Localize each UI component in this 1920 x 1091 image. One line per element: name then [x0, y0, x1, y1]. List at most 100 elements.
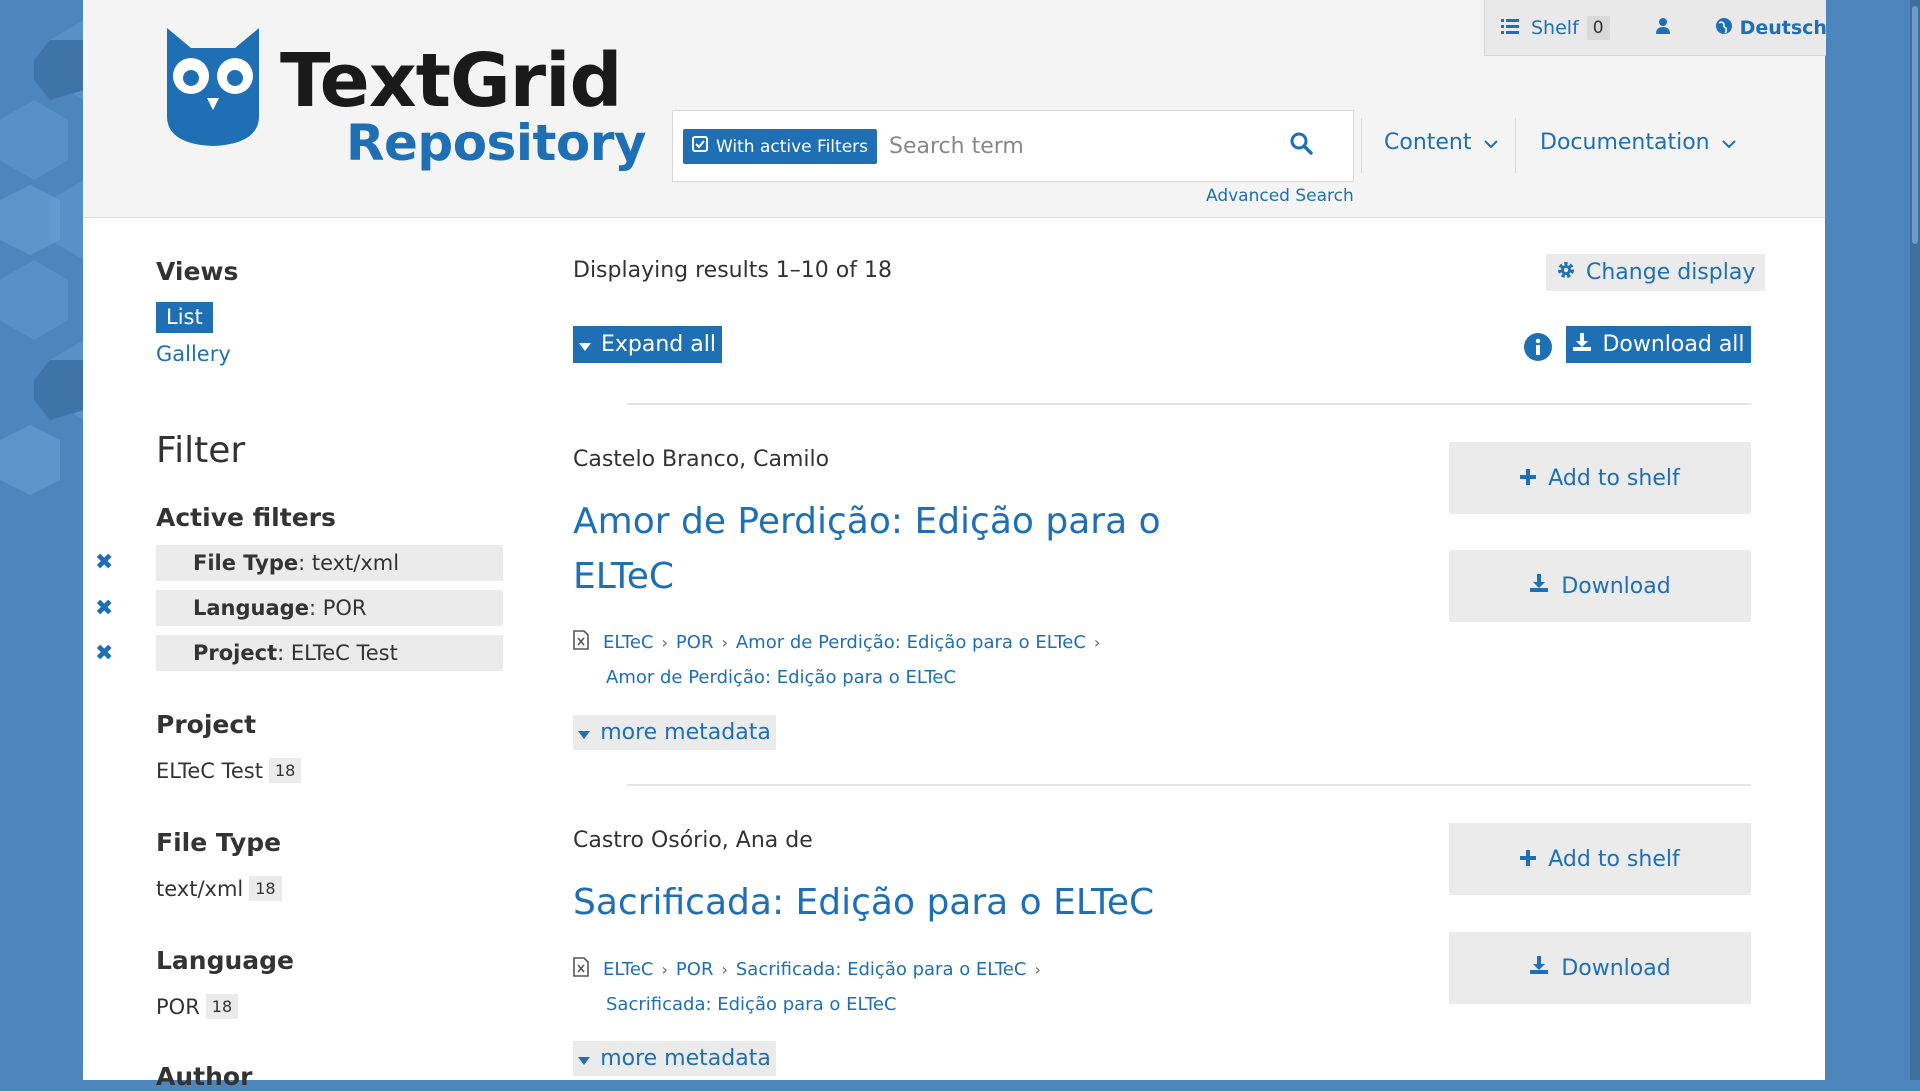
chevron-right-icon: ›	[661, 633, 668, 652]
filter-value: : text/xml	[298, 551, 400, 575]
chevron-right-icon: ›	[1093, 633, 1101, 652]
facet-value: ELTeC Test	[156, 758, 263, 783]
caret-down-icon	[578, 720, 591, 745]
add-to-shelf-label: Add to shelf	[1548, 465, 1680, 491]
breadcrumb-link[interactable]: POR	[676, 632, 714, 653]
add-to-shelf-label: Add to shelf	[1548, 846, 1680, 872]
view-list-button[interactable]: List	[156, 302, 213, 333]
download-icon	[1529, 573, 1549, 599]
shelf-count-badge: 0	[1586, 15, 1610, 40]
language-switch[interactable]: Deutsch	[1700, 0, 1843, 55]
active-filter-chip: Project: ELTeC Test	[156, 635, 503, 671]
active-filter-chip: File Type: text/xml	[156, 545, 503, 581]
facet-item[interactable]: ELTeC Test 18	[156, 758, 302, 783]
expand-all-button[interactable]: Expand all	[573, 326, 722, 363]
site-header: TextGrid Repository Shelf 0 Deutsch With…	[83, 0, 1827, 218]
add-to-shelf-button[interactable]: Add to shelf	[1449, 823, 1751, 895]
xml-file-icon	[573, 630, 589, 655]
caret-down-icon	[579, 332, 591, 357]
filter-key: File Type	[193, 551, 299, 575]
search-icon[interactable]	[1289, 131, 1313, 159]
add-to-shelf-button[interactable]: Add to shelf	[1449, 442, 1751, 514]
xml-file-icon	[573, 957, 589, 982]
result-author: Castelo Branco, Camilo	[573, 447, 830, 472]
download-all-label: Download all	[1602, 332, 1745, 357]
breadcrumb-link[interactable]: Sacrificada: Edição para o ELTeC	[606, 994, 897, 1015]
divider	[627, 403, 1751, 405]
list-icon	[1501, 17, 1519, 39]
top-utility-bar: Shelf 0 Deutsch	[1484, 0, 1827, 56]
result-breadcrumb: ELTeC › POR › Amor de Perdição: Edição p…	[573, 630, 1100, 655]
download-button[interactable]: Download	[1449, 550, 1751, 622]
chevron-down-icon	[1721, 130, 1736, 155]
breadcrumb-link[interactable]: Amor de Perdição: Edição para o ELTeC	[736, 632, 1086, 653]
download-icon	[1529, 955, 1549, 981]
nav-content-label: Content	[1384, 130, 1472, 155]
checkbox-checked-icon	[691, 136, 708, 157]
nav-documentation-menu[interactable]: Documentation	[1540, 130, 1736, 155]
change-display-label: Change display	[1586, 260, 1756, 285]
chevron-down-icon	[1483, 130, 1498, 155]
page-scrollbar[interactable]	[1910, 0, 1920, 1080]
active-filters-heading: Active filters	[156, 503, 336, 532]
more-metadata-toggle[interactable]: more metadata	[573, 715, 776, 750]
advanced-search-link[interactable]: Advanced Search	[1206, 186, 1354, 206]
facet-heading-language: Language	[156, 946, 295, 975]
filter-value: : ELTeC Test	[277, 641, 398, 665]
user-button[interactable]	[1626, 0, 1700, 55]
active-filter-chip: Language: POR	[156, 590, 503, 626]
nav-content-menu[interactable]: Content	[1384, 130, 1498, 155]
search-bar: With active Filters	[672, 110, 1354, 182]
results-summary: Displaying results 1–10 of 18	[573, 258, 892, 283]
breadcrumb-link[interactable]: Sacrificada: Edição para o ELTeC	[736, 959, 1027, 980]
page-container: TextGrid Repository Shelf 0 Deutsch With…	[83, 0, 1827, 1091]
more-metadata-label: more metadata	[600, 1046, 771, 1071]
result-author: Castro Osório, Ana de	[573, 828, 813, 853]
logo-title[interactable]: TextGrid	[280, 44, 623, 118]
shelf-button[interactable]: Shelf 0	[1485, 0, 1626, 55]
remove-filter-icon[interactable]: ✖	[95, 641, 113, 666]
facet-heading-author: Author	[156, 1062, 253, 1091]
divider	[627, 784, 1751, 786]
shelf-label: Shelf	[1531, 16, 1579, 39]
globe-icon	[1715, 17, 1732, 39]
result-breadcrumb: ELTeC › POR › Sacrificada: Edição para o…	[573, 957, 1041, 982]
facet-count-badge: 18	[205, 994, 239, 1019]
chevron-right-icon: ›	[721, 633, 728, 652]
download-all-button[interactable]: Download all	[1566, 326, 1751, 363]
breadcrumb-link[interactable]: ELTeC	[603, 632, 654, 653]
breadcrumb-link[interactable]: Amor de Perdição: Edição para o ELTeC	[606, 667, 956, 688]
owl-logo-icon[interactable]	[161, 26, 265, 152]
search-input[interactable]	[887, 125, 1271, 167]
result-title-link[interactable]: Amor de Perdição: Edição para o ELTeC	[573, 494, 1173, 604]
logo-subtitle[interactable]: Repository	[346, 118, 646, 168]
more-metadata-toggle[interactable]: more metadata	[573, 1041, 776, 1076]
filter-key: Language	[193, 596, 309, 620]
facet-item[interactable]: text/xml 18	[156, 876, 282, 901]
filter-value: : POR	[308, 596, 367, 620]
plus-icon	[1520, 847, 1537, 872]
active-filters-toggle[interactable]: With active Filters	[683, 129, 877, 164]
facet-count-badge: 18	[268, 758, 302, 783]
change-display-button[interactable]: Change display	[1546, 254, 1766, 291]
filter-key: Project	[193, 641, 278, 665]
remove-filter-icon[interactable]: ✖	[95, 596, 113, 621]
download-icon	[1572, 332, 1592, 358]
download-button[interactable]: Download	[1449, 932, 1751, 1004]
language-label: Deutsch	[1739, 16, 1827, 39]
info-icon[interactable]	[1524, 333, 1552, 365]
result-title-link[interactable]: Sacrificada: Edição para o ELTeC	[573, 875, 1173, 930]
breadcrumb-link[interactable]: ELTeC	[603, 959, 654, 980]
plus-icon	[1520, 466, 1537, 491]
scrollbar-thumb[interactable]	[1912, 6, 1918, 244]
breadcrumb-link[interactable]: POR	[676, 959, 714, 980]
gear-icon	[1556, 260, 1576, 286]
more-metadata-label: more metadata	[600, 720, 771, 745]
facet-item[interactable]: POR 18	[156, 994, 239, 1019]
view-gallery-link[interactable]: Gallery	[156, 342, 231, 366]
active-filters-label: With active Filters	[715, 136, 869, 157]
expand-all-label: Expand all	[601, 332, 716, 357]
facet-heading-project: Project	[156, 710, 257, 739]
remove-filter-icon[interactable]: ✖	[95, 550, 113, 575]
facet-heading-file-type: File Type	[156, 828, 282, 857]
